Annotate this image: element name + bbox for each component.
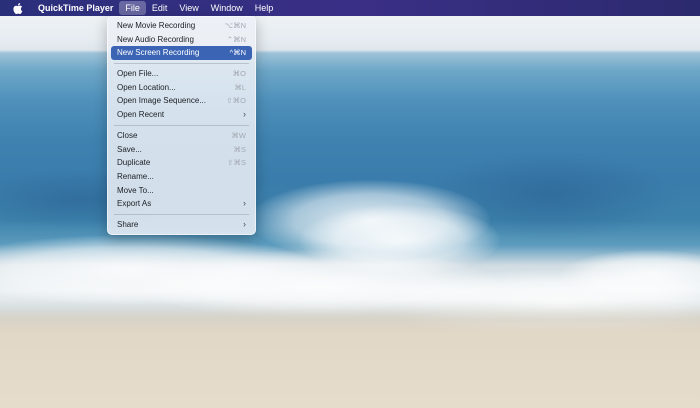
menu-edit[interactable]: Edit: [146, 1, 174, 15]
menu-view[interactable]: View: [173, 1, 204, 15]
desktop-wallpaper: [0, 0, 700, 408]
menu-separator: [114, 213, 249, 215]
menu-item-open-recent[interactable]: Open Recent ›: [111, 108, 252, 122]
menu-item-open-image-sequence[interactable]: Open Image Sequence... ⇧⌘O: [111, 94, 252, 108]
menu-item-label: New Screen Recording: [117, 48, 200, 58]
menu-window[interactable]: Window: [205, 1, 249, 15]
menu-item-shortcut: ^⌘N: [229, 48, 246, 58]
menu-item-new-screen-recording[interactable]: New Screen Recording ^⌘N: [111, 46, 252, 61]
menu-item-label: Rename...: [117, 171, 154, 181]
menu-item-open-file[interactable]: Open File... ⌘O: [111, 67, 252, 81]
menu-item-shortcut: ⌘S: [233, 144, 246, 154]
menu-item-shortcut: ⌥⌘N: [224, 21, 246, 30]
menu-item-shortcut: ⌘W: [231, 130, 246, 140]
menu-item-label: Export As: [117, 199, 152, 209]
menu-item-label: Close: [117, 130, 138, 140]
menu-item-label: Save...: [117, 144, 142, 154]
menu-bar: QuickTime Player File Edit View Window H…: [0, 0, 700, 16]
menu-item-share[interactable]: Share ›: [111, 218, 252, 232]
menu-item-label: New Movie Recording: [117, 21, 196, 30]
file-menu-dropdown: New Movie Recording ⌥⌘N New Audio Record…: [107, 16, 256, 235]
apple-logo-icon[interactable]: [8, 0, 28, 16]
menu-item-label: Share: [117, 219, 139, 229]
menu-item-shortcut: ⇧⌘S: [227, 158, 246, 168]
menu-item-move-to[interactable]: Move To...: [111, 184, 252, 198]
menu-item-shortcut: ⌘O: [232, 69, 246, 79]
menu-item-shortcut: ⌘L: [234, 82, 246, 92]
menu-separator: [114, 124, 249, 126]
menu-separator: [114, 63, 249, 65]
screen: QuickTime Player File Edit View Window H…: [0, 0, 700, 408]
sandy-shore: [0, 308, 700, 408]
menu-item-shortcut: ⇧⌘O: [226, 96, 246, 106]
menu-quicktime-player[interactable]: QuickTime Player: [32, 1, 119, 15]
chevron-right-icon: ›: [243, 198, 246, 209]
menu-file[interactable]: File: [119, 1, 146, 15]
menu-item-label: Open Location...: [117, 82, 176, 92]
chevron-right-icon: ›: [243, 109, 246, 120]
menu-item-label: Move To...: [117, 185, 154, 195]
menu-item-duplicate[interactable]: Duplicate ⇧⌘S: [111, 156, 252, 170]
menu-item-rename[interactable]: Rename...: [111, 170, 252, 184]
menu-item-close[interactable]: Close ⌘W: [111, 129, 252, 143]
menu-help[interactable]: Help: [249, 1, 280, 15]
chevron-right-icon: ›: [243, 218, 246, 229]
menu-item-save[interactable]: Save... ⌘S: [111, 143, 252, 157]
menu-item-new-audio-recording[interactable]: New Audio Recording ⌃⌘N: [111, 33, 252, 47]
menu-item-label: Open File...: [117, 69, 159, 79]
menu-item-label: Open Recent: [117, 110, 165, 120]
menu-item-export-as[interactable]: Export As ›: [111, 197, 252, 211]
menu-item-label: Open Image Sequence...: [117, 96, 206, 106]
menu-item-new-movie-recording[interactable]: New Movie Recording ⌥⌘N: [111, 19, 252, 33]
menu-item-label: New Audio Recording: [117, 34, 194, 44]
menu-item-open-location[interactable]: Open Location... ⌘L: [111, 81, 252, 95]
menu-item-label: Duplicate: [117, 158, 151, 168]
menu-item-shortcut: ⌃⌘N: [226, 34, 246, 44]
